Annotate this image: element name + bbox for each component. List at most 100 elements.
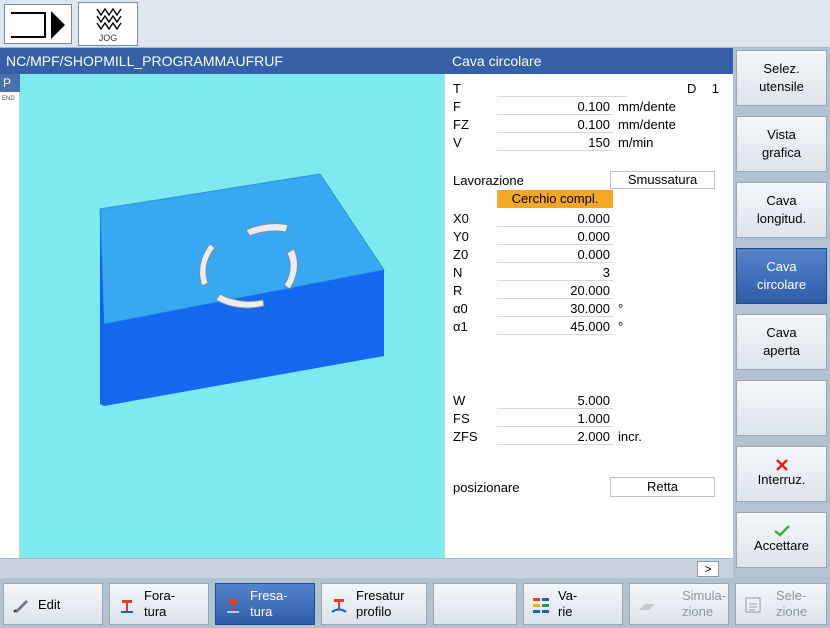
param-t-label: T [453,81,461,96]
posizionare-select[interactable]: Retta [610,477,715,497]
softkey-drilling[interactable]: Fora- tura [109,583,209,625]
contour-milling-icon [331,599,347,613]
param-n-field[interactable]: 3 [497,264,613,281]
softkey-label: Cava [766,325,797,340]
program-path: NC/MPF/SHOPMILL_PROGRAMMAUFRUF [6,53,283,69]
softkey-label: utensile [759,79,804,94]
parameter-panel: T D 1 F 0.100 mm/dente FZ 0.100 mm/dente… [444,74,733,558]
softkey-label: grafica [761,145,802,160]
param-a1-field[interactable]: 45.000 [497,318,613,335]
softkey-edit[interactable]: Edit [3,583,103,625]
softkey-various[interactable]: Va- rie [523,583,623,625]
param-r-field[interactable]: 20.000 [497,282,613,299]
param-t-field[interactable] [497,80,627,97]
softkey-label: tura [250,604,273,619]
softkey-label: Va- [558,588,578,603]
param-n-label: N [453,265,463,280]
softkey-select-program[interactable]: Sele- zione [735,583,827,625]
softkey-longitudinal-slot[interactable]: Cava longitud. [736,182,827,238]
param-fz-unit: mm/dente [618,117,676,132]
program-strip: P END [0,74,20,558]
param-a0-field[interactable]: 30.000 [497,300,613,317]
softkey-label: longitud. [756,211,807,226]
softkey-select-tool[interactable]: Selez. utensile [736,50,827,106]
softkey-label: Cava [766,193,797,208]
softkey-circular-slot[interactable]: Cava circolare [736,248,827,304]
cycle-title: Cava circolare [452,53,542,69]
header-bar: NC/MPF/SHOPMILL_PROGRAMMAUFRUF Cava circ… [0,48,733,74]
softkey-label: Edit [38,597,61,612]
param-z0-field[interactable]: 0.000 [497,246,613,263]
pencil-icon [13,600,28,613]
param-zfs-field[interactable]: 2.000 [497,428,613,445]
jog-label: JOG [98,33,118,43]
circle-mode-toggle[interactable]: Cerchio compl. [497,190,613,208]
program-end-label: END [2,96,15,102]
param-a0-label: α0 [453,301,468,316]
softkey-label: Interruz. [757,472,806,487]
softkey-label: profilo [356,604,392,619]
param-w-label: W [453,393,466,408]
softkey-label: zione [776,604,808,619]
param-v-field[interactable]: 150 [497,134,613,151]
param-a1-unit: ° [618,319,624,334]
jog-mode-icon[interactable]: JOG [78,2,138,46]
softkey-label: tura [144,604,167,619]
param-v-unit: m/min [618,135,654,150]
softkey-milling[interactable]: Fresa- tura [215,583,315,625]
param-y0-label: Y0 [453,229,469,244]
softkey-empty[interactable] [736,380,827,436]
lavorazione-select[interactable]: Smussatura [610,171,715,189]
param-d-label: D [687,81,697,96]
softkey-label: zione [682,604,714,619]
softkey-label: Accettare [754,538,809,553]
param-x0-label: X0 [453,211,469,226]
softkey-label: Fresa- [250,588,288,603]
param-fs-field[interactable]: 1.000 [497,410,613,427]
param-f-unit: mm/dente [618,99,676,114]
softkey-abort[interactable]: Interruz. [736,446,827,502]
various-icon [533,598,549,613]
softkey-empty-bottom[interactable] [433,583,517,625]
param-zfs-unit: incr. [618,429,642,444]
more-arrow-button[interactable]: > [697,561,719,577]
softkey-label: Fora- [144,588,176,603]
pocket-graphic [20,74,444,558]
horizontal-softkey-bar: Edit Fora- tura Fresa- tura Fresatur pro… [0,578,830,628]
softkey-label: Selez. [763,61,800,76]
param-z0-label: Z0 [453,247,469,262]
param-x0-field[interactable]: 0.000 [497,210,613,227]
param-f-label: F [453,99,461,114]
param-y0-field[interactable]: 0.000 [497,228,613,245]
param-zfs-label: ZFS [453,429,478,444]
softkey-label: Cava [766,259,797,274]
drill-icon [121,600,133,613]
softkey-open-slot[interactable]: Cava aperta [736,314,827,370]
softkey-label: Sele- [776,588,807,603]
param-posizionare-label: posizionare [453,480,520,495]
machine-area-icon[interactable] [4,4,72,44]
program-block-p[interactable]: P [0,74,20,92]
nc-program-icon [745,597,761,613]
softkey-simulation[interactable]: Simula- zione [629,583,729,625]
param-f-field[interactable]: 0.100 [497,98,613,115]
param-v-label: V [453,135,462,150]
softkey-label: Simula- [682,588,727,603]
param-fz-label: FZ [453,117,469,132]
softkey-contour-milling[interactable]: Fresatur profilo [321,583,427,625]
param-lavorazione-label: Lavorazione [453,173,524,188]
softkey-accept[interactable]: Accettare [736,512,827,568]
param-r-label: R [453,283,463,298]
softkey-label: Fresatur [356,588,405,603]
param-d-field[interactable]: 1 [701,80,723,97]
softkey-label: aperta [763,343,800,358]
softkey-label: rie [558,604,573,619]
softkey-graphic-view[interactable]: Vista grafica [736,116,827,172]
param-fs-label: FS [453,411,470,426]
param-a0-unit: ° [618,301,624,316]
softkey-label: Vista [767,127,796,142]
simulation-icon [639,604,655,610]
param-a1-label: α1 [453,319,468,334]
param-fz-field[interactable]: 0.100 [497,116,613,133]
param-w-field[interactable]: 5.000 [497,392,613,409]
